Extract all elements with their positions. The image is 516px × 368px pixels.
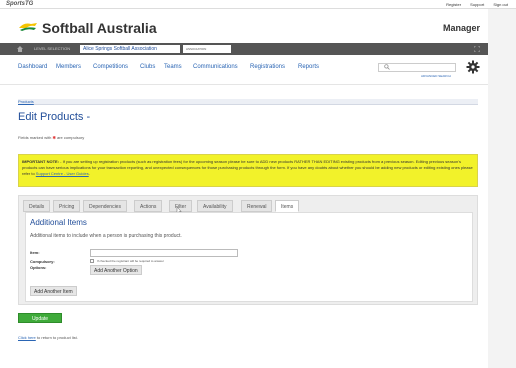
nav-communications[interactable]: Communications [193, 64, 238, 70]
main-navigation: Dashboard Members Competitions Clubs Tea… [0, 55, 488, 85]
product-tabs-panel: Details Pricing Dependencies Actions Fil… [18, 195, 478, 305]
nav-competitions[interactable]: Competitions [93, 64, 128, 70]
compulsory-suffix: are compulsory [55, 135, 85, 140]
organisation-type: ASSOCIATION [183, 45, 231, 53]
register-link[interactable]: Register [446, 2, 461, 7]
add-another-option-button[interactable]: Add Another Option [90, 265, 142, 275]
tab-items[interactable]: Items [275, 200, 300, 212]
breadcrumb: Products [18, 99, 478, 105]
return-link[interactable]: Click here [18, 335, 36, 340]
additional-items-panel: Additional Items Additional items to inc… [25, 212, 473, 302]
tab-details[interactable]: Details [23, 200, 51, 212]
organisation-selector[interactable]: Alice Springs Softball Association [80, 45, 180, 53]
item-label: Item: [30, 250, 40, 255]
compulsory-label: Compulsory: [30, 259, 55, 264]
compulsory-note: Fields marked with ✱ are compulsory [18, 135, 84, 140]
compulsory-prefix: Fields marked with [18, 135, 53, 140]
support-centre-link[interactable]: Support Centre - User Guides [36, 171, 89, 176]
top-utility-bar: SportsTG Register Support Sign out [0, 0, 516, 9]
top-links: Register Support Sign out [438, 2, 508, 7]
warning-heading: IMPORTANT NOTE: [22, 159, 60, 164]
page-title: Edit Products - [18, 111, 91, 123]
site-title: Softball Australia [42, 20, 157, 36]
nav-clubs[interactable]: Clubs [140, 64, 155, 70]
tab-actions[interactable]: Actions [134, 200, 163, 212]
nav-members[interactable]: Members [56, 64, 81, 70]
important-note-banner: IMPORTANT NOTE: - If you are setting up … [18, 154, 478, 187]
return-to-list: Click here to return to product list. [18, 335, 78, 340]
main-content: Products Edit Products - Fields marked w… [0, 85, 488, 368]
level-selection-label: LEVEL SELECTION [34, 46, 71, 51]
nav-reports[interactable]: Reports [298, 64, 319, 70]
nav-teams[interactable]: Teams [164, 64, 182, 70]
breadcrumb-products[interactable]: Products [18, 99, 34, 104]
return-text: to return to product list. [35, 335, 78, 340]
compulsory-help-text: If checked the registrant will be requir… [97, 259, 164, 263]
item-input[interactable] [90, 249, 238, 257]
sportstg-logo: SportsTG [6, 1, 34, 7]
site-header: Softball Australia Manager [0, 9, 488, 43]
warning-end: . [88, 171, 90, 176]
home-icon[interactable] [16, 45, 24, 53]
add-another-item-button[interactable]: Add Another Item [30, 286, 77, 296]
level-selection-bar: LEVEL SELECTION Alice Springs Softball A… [0, 43, 488, 55]
tab-pricing[interactable]: Pricing [53, 200, 81, 212]
tab-availability[interactable]: Availability [197, 200, 233, 212]
nav-dashboard[interactable]: Dashboard [18, 64, 47, 70]
gear-icon[interactable] [466, 60, 480, 74]
tab-dependencies[interactable]: Dependencies [83, 200, 127, 212]
tab-renewal[interactable]: Renewal [241, 200, 273, 212]
nav-registrations[interactable]: Registrations [250, 64, 285, 70]
search-icon[interactable] [384, 64, 390, 70]
additional-items-description: Additional items to include when a perso… [30, 233, 182, 239]
options-label: Options: [30, 265, 47, 270]
softball-logo-icon [19, 23, 37, 31]
section-title: Manager [442, 23, 480, 33]
expand-icon[interactable] [474, 46, 480, 52]
update-button[interactable]: Update [18, 313, 62, 323]
additional-items-title: Additional Items [30, 218, 87, 227]
support-link[interactable]: Support [470, 2, 484, 7]
compulsory-checkbox[interactable] [90, 259, 94, 263]
advanced-search-link[interactable]: ADVANCED SEARCH [421, 74, 451, 78]
sign-out-link[interactable]: Sign out [493, 2, 508, 7]
